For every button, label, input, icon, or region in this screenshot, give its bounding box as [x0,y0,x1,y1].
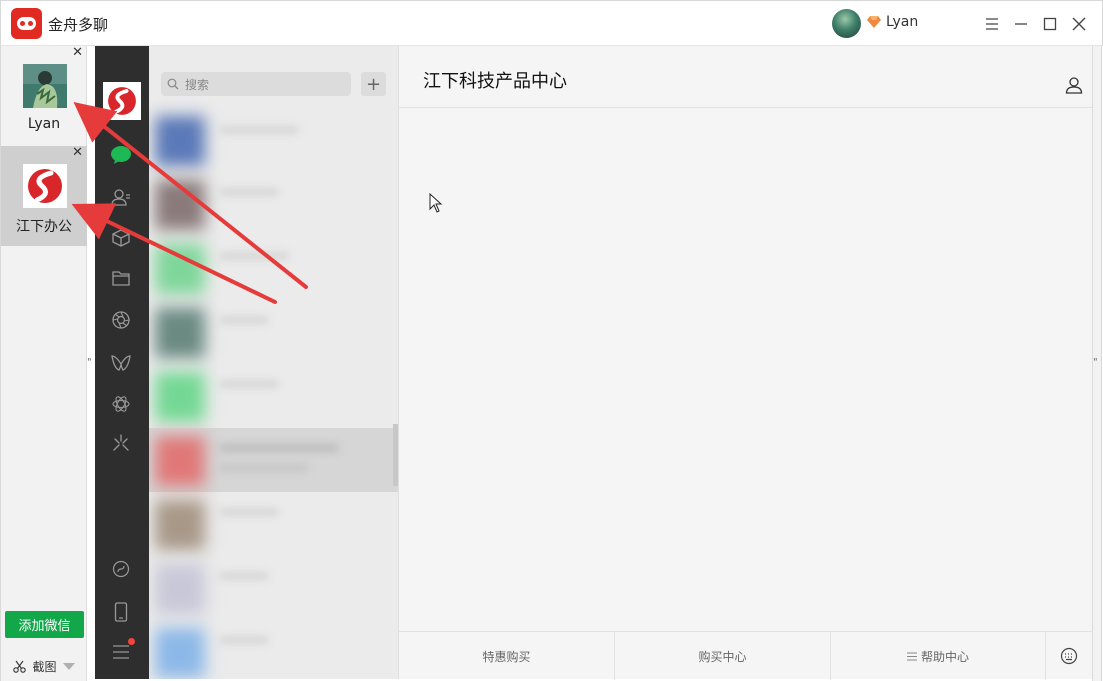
list-item[interactable] [149,172,398,236]
add-button[interactable]: + [361,72,386,96]
folder-icon[interactable] [110,267,132,289]
list-item[interactable] [149,108,398,172]
screenshot-label: 截图 [32,660,57,674]
list-item[interactable] [149,300,398,364]
list-item[interactable] [149,492,398,556]
list-item[interactable] [149,428,398,492]
account-avatar [23,64,67,108]
keyboard-icon[interactable] [1046,632,1092,680]
chat-panel: 江下科技产品中心 特惠购买 购买中心 帮助中心 [399,46,1092,680]
account-label: Lyan [27,116,61,132]
mouse-cursor-icon [429,193,443,213]
add-wechat-button[interactable]: 添加微信 [5,611,84,638]
close-icon[interactable]: ✕ [72,146,83,160]
right-collapse-handle[interactable]: " [1093,357,1098,368]
notification-dot [128,638,135,645]
search-placeholder: 搜索 [185,77,210,92]
app-logo [11,8,42,39]
chat-icon[interactable] [110,144,132,166]
title-bar: 金舟多聊 Lyan [0,0,1103,46]
maximize-icon[interactable] [1037,11,1063,37]
profile-avatar[interactable] [103,82,141,120]
mini-program-icon[interactable] [110,352,132,374]
help-center-label: 帮助中心 [920,649,969,664]
search-input[interactable]: 搜索 [161,72,351,96]
phone-icon[interactable] [110,601,132,623]
conversation-list: 搜索 + [149,46,399,679]
purchase-center-link[interactable]: 购买中心 [615,632,831,680]
screenshot-button[interactable]: 截图 [1,652,87,681]
list-item[interactable] [149,364,398,428]
chat-footer: 特惠购买 购买中心 帮助中心 [399,631,1092,680]
close-icon[interactable] [1066,11,1092,37]
list-item[interactable] [149,556,398,620]
search-icon [167,78,179,90]
user-name[interactable]: Lyan [886,14,918,30]
menu-icon[interactable] [979,11,1005,37]
cube-icon[interactable] [110,227,132,249]
help-center-link[interactable]: 帮助中心 [831,632,1046,680]
list-item[interactable] [149,620,398,679]
minimize-icon[interactable] [1008,11,1034,37]
sparkle-icon[interactable] [110,432,132,454]
atom-icon[interactable] [110,393,132,415]
purchase-center-label: 购买中心 [698,649,747,664]
chevron-down-icon[interactable] [62,663,75,670]
link-icon[interactable] [110,558,132,580]
moments-icon[interactable] [110,309,132,331]
chat-title: 江下科技产品中心 [423,71,567,92]
chat-header: 江下科技产品中心 [399,46,1092,108]
account-avatar [23,164,67,208]
app-title: 金舟多聊 [48,16,109,34]
user-avatar[interactable] [832,9,861,38]
discount-purchase-link[interactable]: 特惠购买 [399,632,615,680]
account-item-jiangxia[interactable]: ✕ 江下办公 [1,146,87,246]
account-item-lyan[interactable]: ✕ Lyan [1,46,87,146]
rail-collapse-handle[interactable]: " [87,357,92,368]
scissors-icon [13,660,27,673]
account-rail: ✕ Lyan ✕ 江下办公 添加微信 截图 [0,46,87,681]
scrollbar[interactable] [393,424,398,486]
wechat-sidebar [95,46,149,679]
close-icon[interactable]: ✕ [72,46,83,60]
contacts-icon[interactable] [110,186,132,208]
list-icon [906,652,917,660]
chat-info-icon[interactable] [1065,76,1083,94]
vip-diamond-icon [867,16,881,28]
account-label: 江下办公 [16,219,72,235]
list-item[interactable] [149,236,398,300]
